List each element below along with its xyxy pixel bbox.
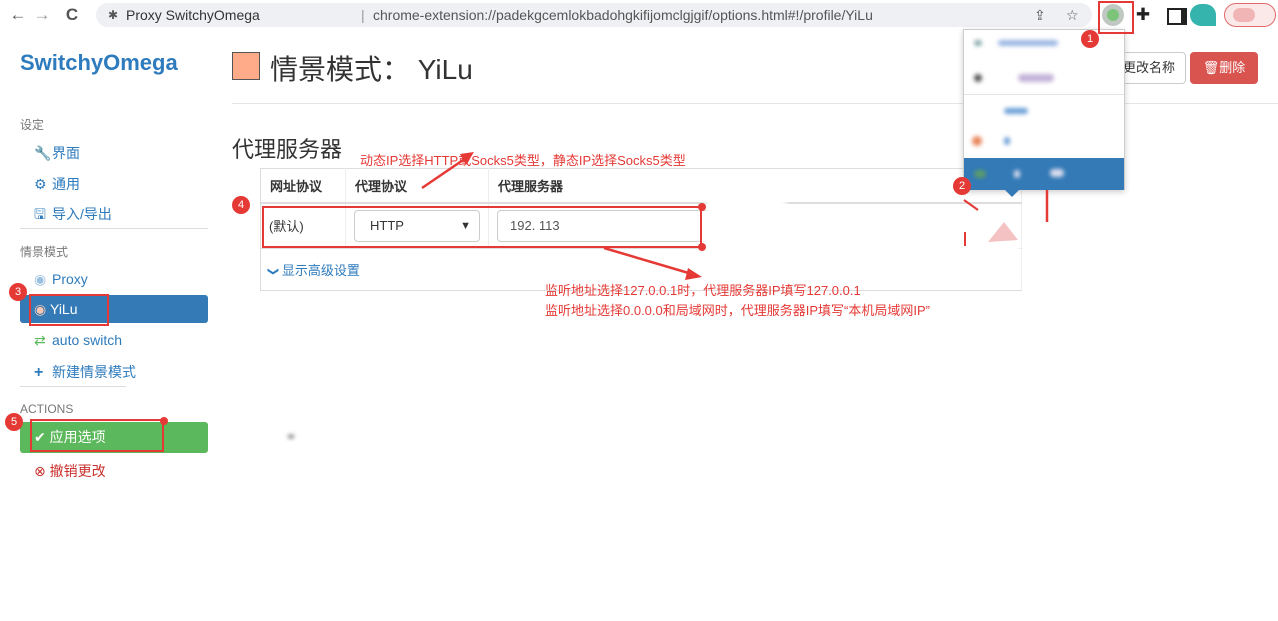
chevron-down-icon: ❯ xyxy=(267,266,280,277)
blurred-label xyxy=(1014,170,1020,178)
speck xyxy=(288,435,294,438)
globe-icon: ◉ xyxy=(34,271,47,287)
section-title: 代理服务器 xyxy=(232,137,343,162)
profile-button[interactable] xyxy=(1224,3,1276,27)
step-badge-2: 2 xyxy=(953,177,971,195)
annotation-dot xyxy=(698,203,706,211)
gear-icon: ⚙ xyxy=(34,176,47,192)
step-badge-4: 4 xyxy=(232,196,250,214)
popup-caret xyxy=(1004,189,1020,197)
highlight-box xyxy=(262,206,702,248)
extension-icon: ✱ xyxy=(108,8,119,22)
discard-changes-link[interactable]: ⊗ 撤销更改 xyxy=(34,461,106,481)
annotation-protocol-note: 动态IP选择HTTP或Socks5类型，静态IP选择Socks5类型 xyxy=(360,153,686,168)
blurred-icon xyxy=(974,170,986,178)
highlight-box xyxy=(1098,1,1134,34)
highlight-box xyxy=(29,294,109,326)
redaction xyxy=(706,190,786,250)
popup-item[interactable] xyxy=(964,126,1124,158)
step-badge-3: 3 xyxy=(9,283,27,301)
blurred-label xyxy=(1004,137,1010,145)
popup-item[interactable] xyxy=(964,95,1124,127)
blurred-label xyxy=(1004,108,1028,114)
forward-arrow-icon[interactable]: → xyxy=(30,3,54,27)
brand-logo[interactable]: SwitchyOmega xyxy=(20,50,178,76)
step-badge-1: 1 xyxy=(1081,30,1099,48)
annotation-dot xyxy=(698,243,706,251)
profiles-header: 情景模式 xyxy=(20,245,69,259)
avatar[interactable] xyxy=(1190,4,1216,26)
column-header-protocol: 代理协议 xyxy=(345,168,489,204)
sidebar-item-interface[interactable]: 🔧界面 xyxy=(34,143,80,163)
sidebar-item-new-profile[interactable]: + 新建情景模式 xyxy=(34,362,136,382)
profile-color-swatch[interactable] xyxy=(232,52,260,80)
column-header-scheme: 网址协议 xyxy=(260,168,346,204)
annotation-dot xyxy=(160,417,168,425)
options-page: ← → C ✱ Proxy SwitchyOmega | chrome-exte… xyxy=(0,0,1278,621)
blurred-icon xyxy=(974,74,982,82)
sidebar-item-auto-switch[interactable]: ⇄ auto switch xyxy=(34,332,122,349)
sidebar-item-label: auto switch xyxy=(52,332,123,348)
switch-icon: ⇄ xyxy=(34,332,46,348)
settings-header: 设定 xyxy=(20,118,45,132)
share-icon[interactable]: ⇪ xyxy=(1034,3,1046,27)
sidebar-item-import-export[interactable]: 🖫 导入/导出 xyxy=(34,204,112,228)
delete-button[interactable]: 🗑删除 xyxy=(1190,52,1258,84)
tab-title: Proxy SwitchyOmega xyxy=(126,7,260,23)
actions-header: ACTIONS xyxy=(20,402,74,416)
popup-item[interactable] xyxy=(964,62,1124,94)
blurred-label xyxy=(1018,74,1054,82)
table-header-row: 网址协议 代理协议 代理服务器 xyxy=(260,168,1022,204)
sidebar-item-label: 通用 xyxy=(52,176,80,192)
separator: | xyxy=(361,7,365,23)
address-bar[interactable]: ✱ Proxy SwitchyOmega | chrome-extension:… xyxy=(96,3,1092,27)
step-badge-5: 5 xyxy=(5,413,23,431)
back-arrow-icon[interactable]: ← xyxy=(6,3,30,27)
sidebar-item-label: Proxy xyxy=(52,271,88,287)
switchyomega-popup xyxy=(963,29,1125,190)
blurred-label xyxy=(998,40,1058,46)
browser-toolbar: ← → C ✱ Proxy SwitchyOmega | chrome-exte… xyxy=(0,0,1278,30)
sidebar-item-proxy[interactable]: ◉ Proxy xyxy=(34,271,88,288)
delete-label: 删除 xyxy=(1219,60,1246,75)
sidebar-divider xyxy=(20,228,208,229)
blurred-label xyxy=(1050,169,1064,177)
popup-item-active[interactable] xyxy=(964,158,1124,190)
floppy-icon: 🖫 xyxy=(34,206,46,222)
sidebar-divider xyxy=(20,386,126,387)
url-text[interactable]: chrome-extension://padekgcemlokbadohgkif… xyxy=(373,3,873,27)
sidebar-item-label: 界面 xyxy=(52,145,80,161)
globe-icon xyxy=(972,136,982,146)
star-icon[interactable]: ☆ xyxy=(1066,3,1079,27)
annotation-listen-note-2: 监听地址选择0.0.0.0和局域网时，代理服务器IP填写“本机局域网IP” xyxy=(545,303,930,318)
highlight-box xyxy=(30,419,164,452)
reload-icon[interactable]: C xyxy=(60,3,84,27)
plus-icon: + xyxy=(34,364,44,381)
discard-changes-label: 撤销更改 xyxy=(49,463,106,479)
sidebar-item-label: 新建情景模式 xyxy=(52,364,136,380)
page-title: 情景模式： YiLu xyxy=(270,54,473,85)
sidebar-item-general[interactable]: ⚙ 通用 xyxy=(34,174,80,194)
popup-item[interactable] xyxy=(964,30,1124,62)
puzzle-icon[interactable]: ✚ xyxy=(1132,4,1154,26)
show-advanced-label: 显示高级设置 xyxy=(281,263,360,278)
annotation-listen-note-1: 监听地址选择127.0.0.1时，代理服务器IP填写127.0.0.1 xyxy=(545,283,861,298)
side-panel-icon[interactable] xyxy=(1163,4,1187,26)
cancel-circle-icon: ⊗ xyxy=(34,463,46,479)
wrench-icon: 🔧 xyxy=(34,145,52,161)
show-advanced-link[interactable]: ❯ 显示高级设置 xyxy=(267,263,360,278)
trash-icon: 🗑 xyxy=(1202,60,1220,75)
sidebar-item-label: 导入/导出 xyxy=(52,206,112,222)
blurred-icon xyxy=(974,40,982,46)
